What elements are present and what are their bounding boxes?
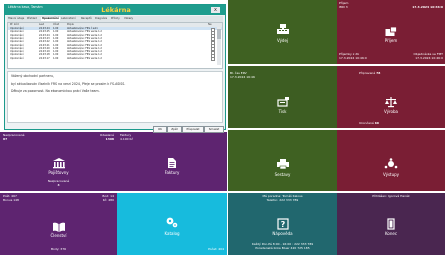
tile-vyroba[interactable]: Připravené 78 Výroba Ukončené 66 (337, 66, 445, 128)
tile-clenstvi[interactable]: Pošt. 467 Bonus 148 Bod: 14 Kč: 480 Člen… (0, 193, 117, 255)
tile-vydej[interactable]: Výdej (228, 0, 337, 64)
tile-prijem-label: Příjem (384, 38, 398, 43)
message-line: Vážený obchodní partneru, (11, 74, 54, 78)
close-button[interactable]: x (211, 7, 220, 13)
gears-icon (165, 213, 179, 232)
tab-laboratorni[interactable]: Laboratorní (61, 17, 76, 21)
message-line: byl aktualizován číselník FRS na verzi 2… (11, 82, 126, 86)
tile-konec[interactable]: Přihlášen: Igorová Hanák Konec (337, 193, 445, 255)
tile-vystupy-label: Výstupy (382, 172, 400, 177)
tab-diagnoza[interactable]: Diagnóza (95, 17, 107, 21)
tile-prijem[interactable]: Příjem IMD 3 17.3.2024 10:46:0 Příjem Př… (337, 0, 445, 64)
prijem-orders-date: 17.3.2024 10:46:0 (415, 56, 443, 60)
tile-clenstvi-label: Členství (50, 233, 67, 238)
table-scrollbar[interactable] (217, 27, 221, 65)
table-row[interactable]: Upozornění 24.03.17 1.00 Aktualizováno: … (8, 56, 222, 62)
faktury-amount: 4.100 Kč (120, 137, 134, 141)
delete-button[interactable]: Smazat (204, 126, 224, 133)
tile-vyroba-label: Výroba (384, 109, 398, 114)
tile-katalog[interactable]: Katalog Počet: 404 (117, 193, 227, 255)
tile-napoveda[interactable]: Má poradna: Tomáš Kalous Telefon: 222 33… (228, 193, 337, 255)
scrollbar-thumb[interactable] (217, 29, 221, 39)
katalog-count: Počet: 404 (208, 247, 224, 251)
ok-button[interactable]: OK (153, 126, 167, 133)
back-button[interactable]: Zpět (167, 126, 182, 133)
tile-pojistovny-label: Pojišťovny (48, 170, 69, 175)
cashier-register-icon (276, 20, 290, 39)
row-checkbox[interactable] (211, 57, 215, 62)
tile-vydej-label: Výdej (276, 38, 289, 43)
titlebar-info-line-1: Lékárna kasa, Tamám (8, 5, 43, 9)
messages-table: Př. kód Levl Účet Popis Ne Upozornění 24… (7, 22, 223, 69)
svg-text:?: ? (280, 220, 285, 229)
tile-tisk-label: Tisk (278, 109, 287, 114)
tile-katalog-label: Katalog (164, 231, 180, 236)
tile-konec-label: Konec (384, 231, 398, 236)
messages-window: Lékárna kasa, Tamám Lékárna x Hlavní úda… (4, 4, 226, 133)
prijem-datetime: 17.3.2024 10:46:0 (412, 5, 443, 9)
tile-vystupy[interactable]: Výstupy (337, 130, 445, 191)
tile-sestavy[interactable]: Sestavy (228, 130, 337, 191)
tile-tisk[interactable]: Bl. čas ERV 17.3.2024 16:46 Tisk (228, 66, 337, 128)
tab-receptu[interactable]: Receptů (81, 17, 92, 21)
pojistovny-unprocessed-count: 87 (3, 137, 8, 141)
vyroba-finished: Ukončené 66 (359, 121, 379, 125)
tab-hlavni-udaje[interactable]: Hlavní údaje (8, 17, 24, 21)
tisk-info-date: 17.3.2024 16:46 (230, 75, 255, 79)
message-line: Děkuje za pozornost. Na ekonomickou prác… (11, 89, 100, 93)
message-body[interactable]: Vážený obchodní partneru, byl aktualizov… (7, 71, 223, 123)
tab-upozorneni[interactable]: Upozornění (41, 17, 60, 21)
cell-description: Aktualizováno: FRS verze 1.2 (67, 56, 102, 60)
window-title: Lékárna (101, 6, 131, 14)
clenstvi-bonus: Bonus 148 (3, 198, 19, 202)
tile-napoveda-label: Nápověda (272, 231, 293, 236)
tab-vzkazy[interactable]: Vzkazy (124, 17, 133, 21)
titlebar-info: Lékárna kasa, Tamám (8, 5, 43, 10)
napoveda-phone: Telefon: 222 333 789 (266, 198, 299, 202)
tab-prehled[interactable]: Přehled (27, 17, 37, 21)
tile-sestavy-label: Sestavy (274, 172, 291, 177)
cell-date: 24.03.17 (39, 56, 50, 60)
cell-code: Upozornění (10, 56, 24, 60)
clenstvi-kc: Kč: 480 (102, 198, 114, 202)
prijem-header-value: IMD 3 (339, 5, 348, 9)
tile-pojistovny[interactable]: Nezpracované 87 Odeslané 1398 Pojišťovny… (0, 132, 117, 191)
cell-value: 1.00 (53, 56, 59, 60)
tile-faktury-label: Faktury (164, 170, 180, 175)
pojistovny-sent-count: 1398 (105, 137, 114, 141)
vyroba-prepared: Připravené 78 (359, 71, 381, 75)
napoveda-hotline-2: Poradenská linka Bluer 420 725 185 (255, 246, 310, 250)
clenstvi-total-points: Body: 376 (50, 247, 67, 251)
konec-logged-in: Přihlášen: Igorová Hanák (372, 194, 410, 198)
tab-prilohy[interactable]: Přílohy (111, 17, 120, 21)
tile-faktury[interactable]: Faktury 4.100 Kč Faktury (117, 132, 227, 191)
prijem-receipts-date: 17.3.2024 10:46:0 (339, 56, 367, 60)
window-titlebar[interactable]: Lékárna kasa, Tamám Lékárna x (5, 5, 225, 15)
forward-button[interactable]: Přeposlat (182, 126, 204, 133)
pojistovny-unprocessed-2-count: 4 (57, 183, 60, 187)
